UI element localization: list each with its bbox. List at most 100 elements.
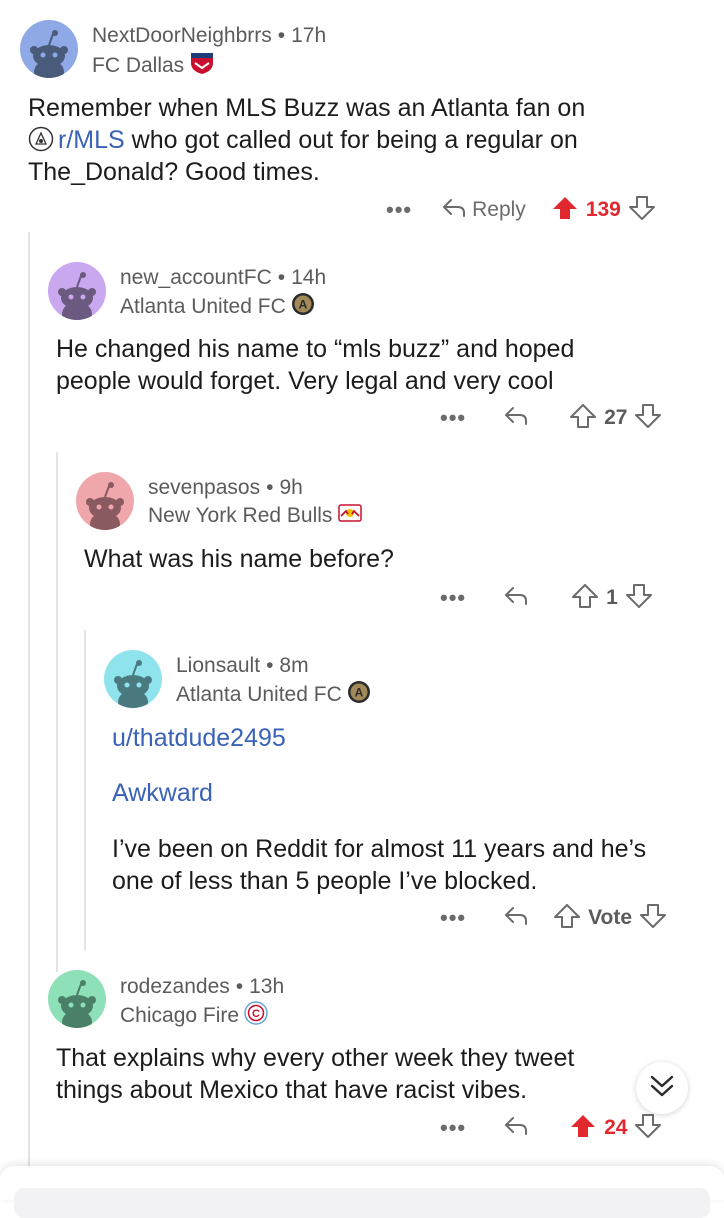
username[interactable]: new_accountFC (120, 266, 272, 289)
more-options-button[interactable]: ••• (440, 1115, 466, 1141)
comment-body: That explains why every other week they … (56, 1042, 696, 1106)
user-flair: FC Dallas (92, 51, 215, 81)
flair-text: Atlanta United FC (176, 683, 342, 706)
comment-actions: ••• Vote (440, 898, 667, 938)
separator-dot: • (235, 975, 244, 998)
red-bulls-badge-icon (337, 502, 363, 530)
timestamp: 17h (291, 24, 327, 47)
comment-meta: new_accountFC • 14h (120, 266, 326, 290)
body-line: r/MLS who got called out for being a reg… (28, 124, 708, 156)
separator-dot: • (266, 654, 274, 677)
separator-dot: • (277, 266, 286, 289)
avatar[interactable] (48, 262, 106, 320)
reply-arrow-icon[interactable] (504, 586, 528, 611)
comment-meta: NextDoorNeighbrrs • 17h (92, 24, 326, 48)
user-link[interactable]: u/thatdude2495 (112, 722, 286, 754)
snoo-avatar-icon (76, 472, 134, 530)
snoo-avatar-icon (48, 262, 106, 320)
chicago-fire-badge-icon: C (244, 1001, 268, 1031)
downvote-arrow-icon[interactable] (625, 583, 652, 613)
atlanta-united-badge-icon: A (291, 292, 315, 322)
vote-label: Vote (588, 906, 633, 929)
upvote-arrow-icon[interactable] (570, 1114, 596, 1143)
comment-actions: ••• 27 (440, 398, 662, 438)
comment-meta: Lionsault • 8m (176, 654, 309, 678)
subreddit-link[interactable]: r/MLS (58, 126, 125, 154)
body-text: who got called out for being a regular o… (124, 126, 578, 154)
subreddit-icon (28, 126, 54, 152)
downvote-arrow-icon[interactable] (628, 195, 655, 225)
comment-meta: sevenpasos • 9h (148, 476, 303, 500)
separator-dot: • (266, 476, 274, 499)
user-flair: Atlanta United FC A (176, 680, 371, 710)
username[interactable]: NextDoorNeighbrrs (92, 24, 272, 47)
user-flair: Chicago Fire C (120, 1001, 268, 1031)
timestamp: 9h (279, 476, 303, 499)
bottom-reply-bar (0, 1166, 724, 1218)
timestamp: 14h (291, 266, 327, 289)
user-flair: Atlanta United FC A (120, 292, 315, 322)
body-line: Remember when MLS Buzz was an Atlanta fa… (28, 94, 586, 122)
awkward-link[interactable]: Awkward (112, 777, 213, 809)
more-options-button[interactable]: ••• (440, 405, 466, 431)
username[interactable]: rodezandes (120, 975, 230, 998)
reply-arrow-icon[interactable] (504, 1116, 528, 1141)
reply-arrow-icon[interactable] (442, 198, 466, 223)
body-line: He changed his name to “mls buzz” and ho… (56, 335, 575, 363)
comment-body: He changed his name to “mls buzz” and ho… (56, 333, 696, 397)
thread-line-level3 (84, 630, 86, 950)
upvote-arrow-icon[interactable] (572, 583, 599, 613)
comment-body: Remember when MLS Buzz was an Atlanta fa… (28, 92, 708, 188)
comment-body: What was his name before? (84, 543, 684, 575)
reply-arrow-icon[interactable] (504, 906, 528, 931)
fc-dallas-badge-icon (189, 51, 215, 81)
avatar[interactable] (104, 650, 162, 708)
reply-arrow-icon[interactable] (504, 406, 528, 431)
comment-actions: ••• 24 (440, 1108, 662, 1148)
score: 24 (604, 1116, 628, 1139)
body-line: one of less than 5 people I’ve blocked. (112, 867, 538, 895)
snoo-avatar-icon (48, 970, 106, 1028)
more-options-button[interactable]: ••• (440, 905, 466, 931)
atlanta-united-badge-icon: A (347, 680, 371, 710)
reply-button[interactable]: Reply (472, 198, 526, 222)
body-line: things about Mexico that have racist vib… (56, 1076, 528, 1104)
svg-text:A: A (354, 686, 363, 700)
timestamp: 13h (249, 975, 285, 998)
more-options-button[interactable]: ••• (440, 585, 466, 611)
upvote-arrow-icon[interactable] (570, 403, 597, 433)
username[interactable]: sevenpasos (148, 476, 260, 499)
flair-text: New York Red Bulls (148, 504, 333, 527)
score: 27 (604, 406, 628, 429)
upvote-arrow-icon[interactable] (554, 903, 581, 933)
comment-body: I’ve been on Reddit for almost 11 years … (112, 833, 712, 897)
timestamp: 8m (279, 654, 309, 677)
user-flair: New York Red Bulls (148, 502, 363, 530)
upvote-arrow-icon[interactable] (552, 196, 578, 225)
username[interactable]: Lionsault (176, 654, 260, 677)
body-line: What was his name before? (84, 545, 394, 573)
downvote-arrow-icon[interactable] (640, 903, 667, 933)
more-options-button[interactable]: ••• (386, 197, 412, 223)
score: 139 (585, 198, 621, 221)
svg-text:C: C (252, 1008, 260, 1020)
comment-actions: ••• Reply 139 (386, 190, 655, 230)
reply-input[interactable] (14, 1188, 710, 1218)
flair-text: FC Dallas (92, 54, 185, 77)
thread-line-level1 (28, 232, 30, 1172)
svg-text:A: A (298, 298, 307, 312)
comment-meta: rodezandes • 13h (120, 975, 284, 999)
body-line: The_Donald? Good times. (28, 158, 320, 186)
flair-text: Atlanta United FC (120, 295, 286, 318)
body-line: That explains why every other week they … (56, 1044, 575, 1072)
downvote-arrow-icon[interactable] (635, 403, 662, 433)
snoo-avatar-icon (20, 20, 78, 78)
avatar[interactable] (48, 970, 106, 1028)
avatar[interactable] (20, 20, 78, 78)
avatar[interactable] (76, 472, 134, 530)
downvote-arrow-icon[interactable] (635, 1113, 662, 1143)
thread-line-level2 (56, 452, 58, 972)
next-comment-button[interactable] (636, 1062, 688, 1114)
separator-dot: • (277, 24, 286, 47)
body-line: people would forget. Very legal and very… (56, 367, 554, 395)
